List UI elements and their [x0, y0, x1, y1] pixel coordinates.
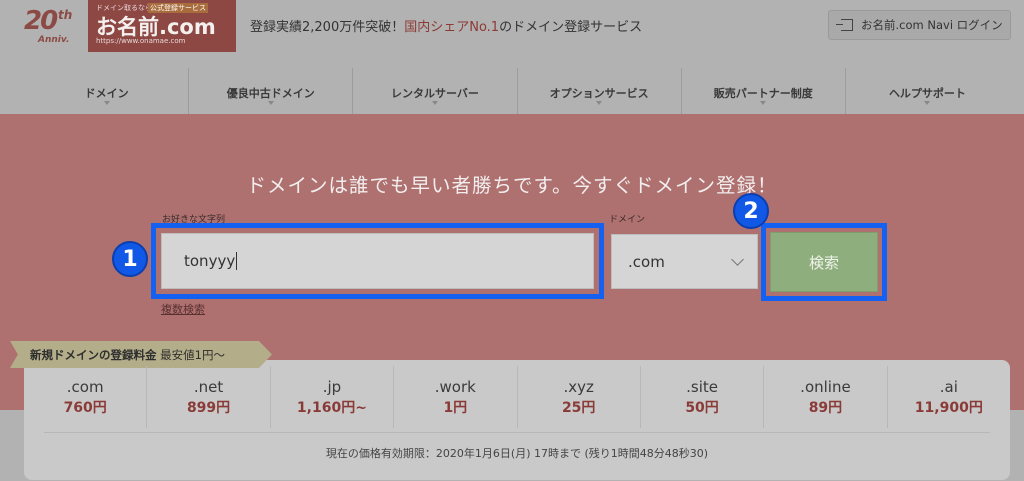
login-icon: [836, 19, 853, 31]
chevron-down-icon: [924, 101, 931, 105]
price-item[interactable]: .jp 1,160円~: [271, 366, 395, 428]
price-tld: .site: [686, 378, 718, 396]
anniversary-logo: 20 th Anniv.: [22, 6, 84, 52]
multi-search-link[interactable]: 複数検索: [161, 301, 205, 317]
domain-select-value: .com: [628, 252, 665, 271]
anniversary-suffix: th: [58, 8, 73, 22]
nav-item-used-domain[interactable]: 優良中古ドメイン: [189, 68, 354, 114]
ribbon-subtitle: 最安値1円〜: [160, 348, 225, 362]
tagline-prefix: 登録実績2,200万件突破！: [250, 20, 405, 35]
anniversary-number: 20: [24, 6, 58, 36]
price-value: 899円: [186, 400, 231, 416]
search-button[interactable]: 検索: [770, 232, 878, 292]
price-item[interactable]: .site 50円: [641, 366, 765, 428]
nav-item-domain[interactable]: ドメイン: [25, 68, 190, 114]
anniversary-label: Anniv.: [38, 35, 70, 45]
hero-headline: ドメインは誰でも早い者勝ちです。今すぐドメイン登録！: [246, 174, 778, 197]
price-list: .com 760円 .net 899円 .jp 1,160円~ .work 1円…: [24, 366, 1010, 428]
divider: [44, 432, 990, 433]
price-tld: .work: [434, 378, 476, 396]
price-value: 1,160円~: [296, 400, 367, 416]
site-header: 20 th Anniv. ドメイン取るなら 公式登録サービス お名前.com h…: [0, 0, 1024, 60]
chevron-down-icon: [431, 101, 438, 105]
chevron-down-icon: [267, 101, 274, 105]
price-validity-note: 現在の価格有効期限：2020年1月6日(月) 17時まで (残り1時間48分48…: [325, 447, 709, 460]
ribbon-title: 新規ドメインの登録料金: [30, 348, 157, 362]
nav-label: 優良中古ドメイン: [226, 87, 315, 100]
price-tld: .xyz: [563, 378, 594, 396]
price-tld: .jp: [322, 378, 342, 396]
chevron-down-icon: [760, 101, 767, 105]
nav-label: ヘルプサポート: [888, 87, 966, 100]
logo-url: https://www.onamae.com: [96, 37, 186, 45]
login-label: お名前.com Navi ログイン: [861, 18, 1003, 32]
nav-item-rental-server[interactable]: レンタルサーバー: [353, 68, 518, 114]
nav-label: 販売パートナー制度: [713, 87, 813, 100]
keyword-value: tonyyy: [184, 252, 236, 270]
nav-item-partner[interactable]: 販売パートナー制度: [682, 68, 846, 114]
keyword-input[interactable]: tonyyy: [161, 233, 594, 289]
price-value: 50円: [685, 400, 719, 416]
price-item[interactable]: .work 1円: [394, 366, 518, 428]
tagline-suffix: のドメイン登録サービス: [499, 20, 643, 35]
step-badge-2: 2: [733, 193, 769, 229]
chevron-down-icon: [103, 101, 110, 105]
price-item[interactable]: .xyz 25円: [518, 366, 641, 428]
nav-label: レンタルサーバー: [390, 87, 479, 100]
price-item[interactable]: .ai 11,900円: [888, 366, 1010, 428]
price-item[interactable]: .online 89円: [764, 366, 888, 428]
price-value: 1円: [443, 400, 468, 416]
domain-label: ドメイン: [609, 215, 646, 225]
tagline-highlight: 国内シェアNo.1: [404, 20, 500, 35]
price-value: 11,900円: [914, 400, 983, 416]
price-item[interactable]: .com 760円: [24, 366, 148, 428]
main-nav: ドメイン 優良中古ドメイン レンタルサーバー オプションサービス 販売パートナー…: [25, 68, 1009, 114]
price-value: 25円: [561, 400, 596, 416]
nav-label: オプションサービス: [549, 87, 649, 100]
nav-item-options[interactable]: オプションサービス: [518, 68, 682, 114]
text-caret: [236, 252, 238, 270]
price-tld: .ai: [939, 378, 958, 396]
brand-logo[interactable]: ドメイン取るなら 公式登録サービス お名前.com https://www.on…: [88, 0, 236, 52]
price-item[interactable]: .net 899円: [147, 366, 271, 428]
step-badge-1: 1: [112, 241, 148, 277]
navi-login-button[interactable]: お名前.com Navi ログイン: [828, 10, 1011, 40]
price-tld: .online: [800, 378, 851, 396]
price-value: 89円: [808, 400, 843, 416]
price-ribbon-text: 新規ドメインの登録料金 最安値1円〜: [30, 347, 225, 363]
nav-item-help[interactable]: ヘルプサポート: [846, 68, 1009, 114]
chevron-down-icon: [596, 101, 603, 105]
price-tld: .net: [193, 378, 224, 396]
price-tld: .com: [66, 378, 104, 396]
nav-label: ドメイン: [84, 87, 129, 100]
header-tagline: 登録実績2,200万件突破！国内シェアNo.1のドメイン登録サービス: [250, 16, 642, 35]
price-value: 760円: [63, 400, 107, 416]
